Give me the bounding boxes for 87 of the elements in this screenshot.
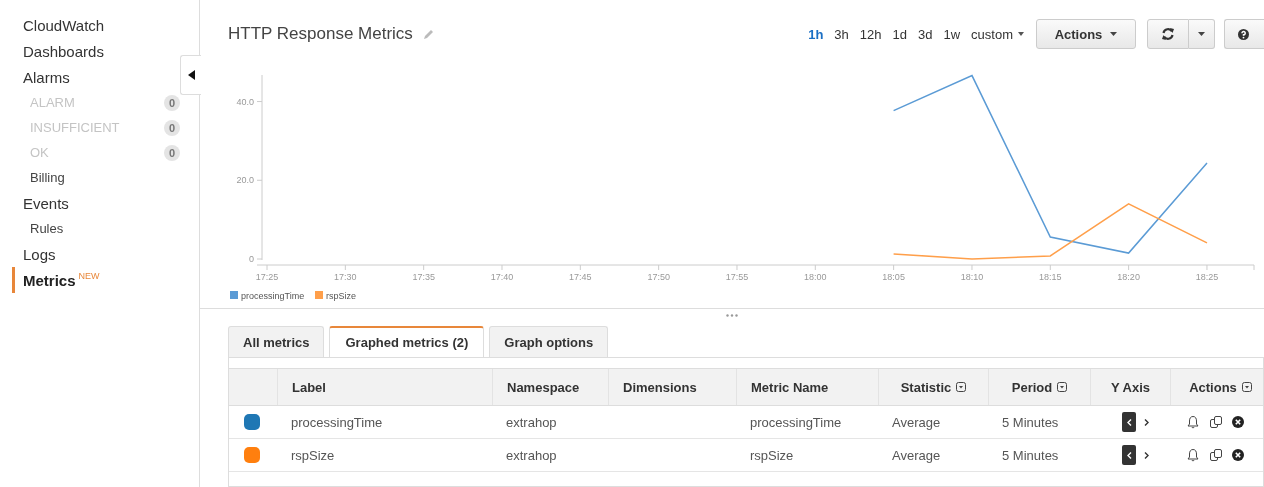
column-header: Statistic	[900, 379, 952, 395]
column-header: Dimensions	[623, 379, 697, 395]
legend-label: rspSize	[326, 290, 356, 301]
dropdown-icon[interactable]	[1241, 382, 1252, 392]
x-tick-label: 17:55	[725, 272, 749, 282]
left-axis-button[interactable]	[1122, 445, 1136, 465]
caret-icon	[1018, 32, 1024, 36]
x-tick-label: 18:05	[882, 272, 905, 282]
dropdown-icon[interactable]	[956, 382, 967, 392]
x-tick-label: 17:30	[334, 272, 357, 282]
table-cell: 5 Minutes	[1002, 447, 1059, 463]
column-header: Period	[1011, 379, 1053, 395]
y-tick-label: 0	[249, 254, 254, 264]
count-badge: 0	[164, 119, 180, 136]
time-range-link[interactable]: 3h	[834, 26, 849, 42]
actions-button[interactable]: Actions	[1036, 19, 1136, 49]
x-tick-label: 17:35	[412, 272, 435, 282]
left-axis-button[interactable]	[1122, 412, 1136, 432]
refresh-icon	[1161, 27, 1175, 41]
x-tick-label: 17:40	[490, 272, 514, 282]
resize-handle-icon[interactable]	[726, 314, 738, 317]
table-cell: Average	[892, 414, 941, 430]
table-cell: rspSize	[291, 447, 335, 463]
table-cell: processingTime	[291, 414, 383, 430]
sidebar-item[interactable]: CloudWatch	[23, 16, 105, 34]
help-button[interactable]	[1224, 19, 1264, 49]
sidebar-subitem[interactable]: Billing	[30, 170, 65, 185]
dropdown-icon[interactable]	[1057, 382, 1068, 392]
new-label: NEW	[78, 271, 100, 281]
dashboard-title: HTTP Response Metrics	[228, 24, 413, 44]
y-tick-label: 40.0	[236, 96, 254, 107]
column-header: Label	[292, 379, 326, 395]
copy-icon[interactable]	[1209, 415, 1223, 429]
table-cell: Average	[892, 447, 941, 463]
x-tick-label: 18:00	[804, 272, 827, 282]
copy-icon[interactable]	[1209, 448, 1223, 462]
chevron-left-icon	[1126, 418, 1132, 426]
x-tick-label: 17:45	[569, 272, 592, 282]
column-header: Actions	[1189, 379, 1237, 395]
time-range-link[interactable]: 1w	[943, 26, 961, 42]
color-swatch[interactable]	[244, 447, 260, 463]
sidebar-item[interactable]: Logs	[23, 245, 56, 263]
chevron-left-icon	[1126, 451, 1132, 459]
sidebar-item[interactable]: Alarms	[23, 68, 70, 86]
color-swatch[interactable]	[244, 414, 260, 430]
x-tick-label: 18:25	[1195, 272, 1219, 282]
caret-icon	[1110, 32, 1118, 36]
sidebar-item[interactable]: Events	[23, 194, 69, 212]
tab[interactable]: All metrics	[228, 326, 325, 357]
sidebar-item[interactable]: Metrics	[23, 271, 76, 289]
chevron-right-icon	[1143, 451, 1149, 459]
time-range-link[interactable]: 1d	[892, 26, 907, 42]
table-cell: 5 Minutes	[1002, 414, 1059, 430]
y-tick-label: 20.0	[236, 175, 254, 186]
table-cell: rspSize	[750, 447, 794, 463]
table-cell: extrahop	[506, 414, 557, 430]
time-range-link[interactable]: 12h	[859, 26, 882, 42]
table-cell: processingTime	[750, 414, 842, 430]
time-range-link[interactable]: 1h	[808, 26, 824, 42]
caret-icon	[1198, 32, 1205, 36]
x-tick-label: 18:15	[1039, 272, 1062, 282]
tab[interactable]: Graphed metrics (2)	[329, 326, 485, 357]
remove-icon[interactable]	[1232, 449, 1244, 461]
collapse-tab[interactable]	[180, 55, 201, 95]
count-badge: 0	[164, 144, 180, 161]
x-tick-label: 17:50	[647, 272, 670, 282]
time-range-link[interactable]: 3d	[918, 26, 933, 42]
table-cell: extrahop	[506, 447, 557, 463]
sidebar-item[interactable]: Dashboards	[23, 42, 104, 60]
tab[interactable]: Graph options	[489, 326, 609, 357]
remove-icon[interactable]	[1232, 416, 1244, 428]
help-icon	[1238, 28, 1249, 40]
column-header: Metric Name	[751, 379, 829, 395]
x-tick-label: 18:20	[1117, 272, 1140, 282]
count-badge: 0	[164, 94, 180, 111]
x-tick-label: 17:25	[255, 272, 279, 282]
time-range-link[interactable]: custom	[971, 26, 1013, 42]
chevron-right-icon	[1143, 418, 1149, 426]
refresh-button[interactable]	[1147, 19, 1189, 49]
sidebar-subitem[interactable]: Rules	[30, 221, 64, 236]
column-header: Y Axis	[1111, 379, 1150, 395]
bell-icon[interactable]	[1186, 415, 1200, 429]
bell-icon[interactable]	[1186, 448, 1200, 462]
column-header: Namespace	[507, 379, 580, 395]
legend-label: processingTime	[241, 290, 305, 301]
collapse-icon	[187, 70, 195, 80]
x-tick-label: 18:10	[960, 272, 984, 282]
